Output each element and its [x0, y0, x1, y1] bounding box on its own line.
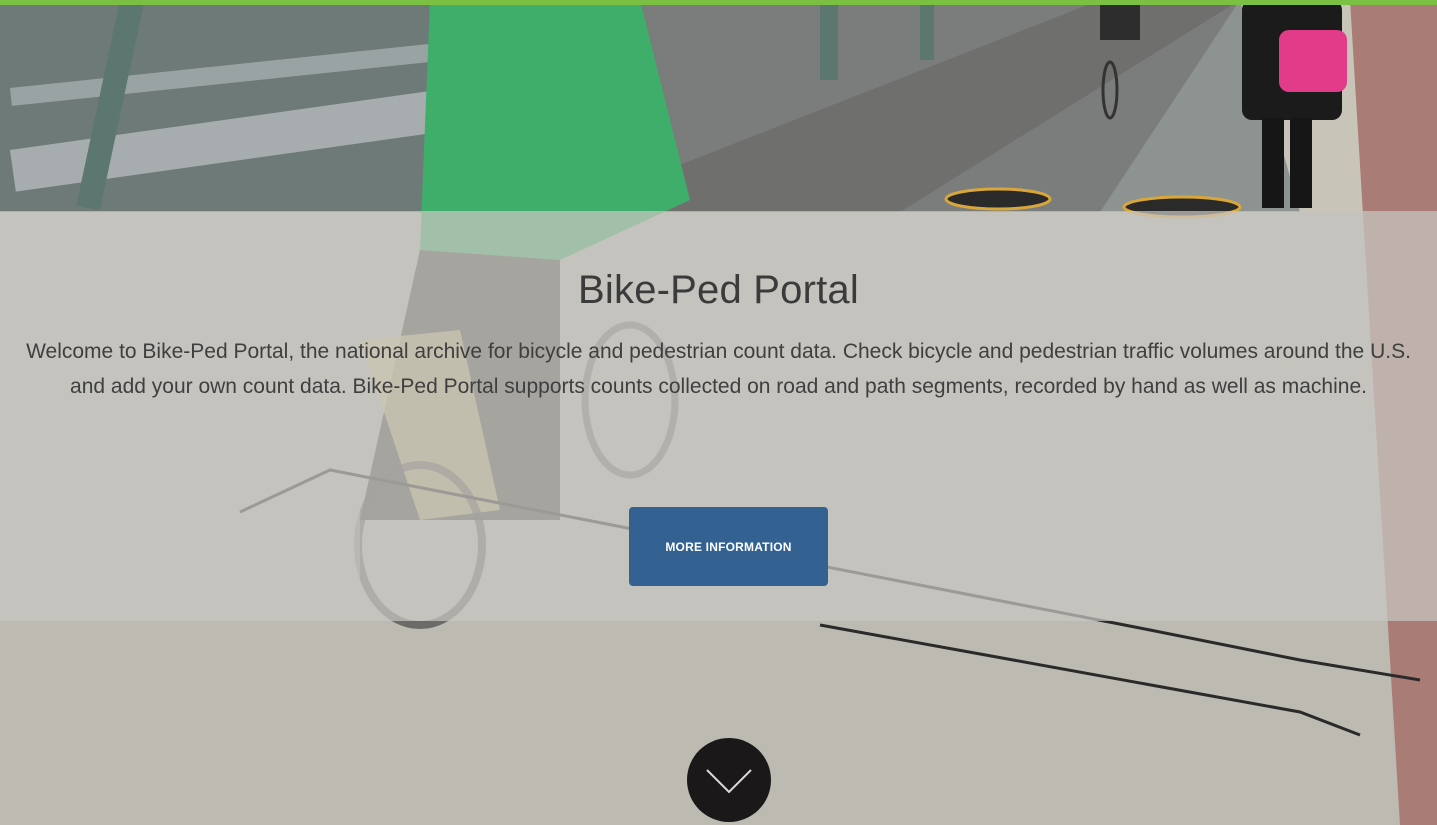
scroll-down-button[interactable]: [687, 738, 771, 822]
top-accent-bar: [0, 0, 1437, 5]
intro-description: Welcome to Bike-Ped Portal, the national…: [26, 340, 1411, 398]
page-title: Bike-Ped Portal: [578, 268, 859, 312]
chevron-down-icon: [706, 769, 752, 794]
more-information-button[interactable]: MORE INFORMATION: [629, 507, 828, 586]
